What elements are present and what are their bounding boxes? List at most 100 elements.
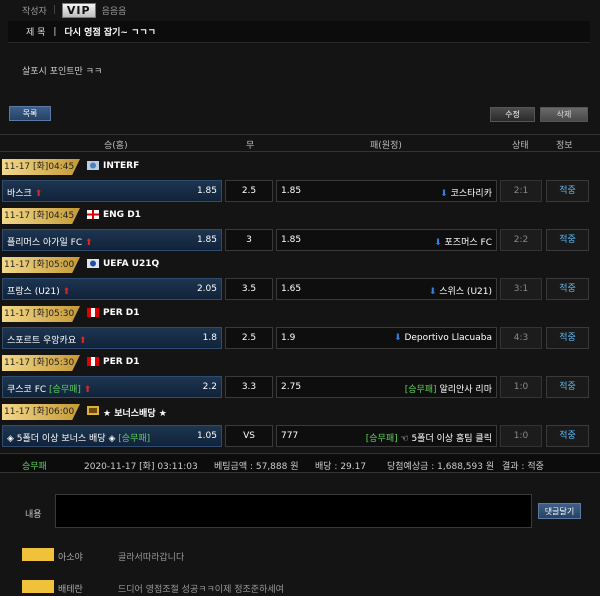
home-bet-button[interactable]: 플리머스 아가일 FC ⬆ 1.85 — [2, 229, 222, 251]
match-date: 11-17 [화]04:45 — [2, 159, 80, 175]
separator: | — [52, 5, 56, 15]
league-name: PER D1 — [103, 357, 140, 367]
bet-result[interactable]: 적중 — [546, 425, 589, 447]
away-odds: 1.85 — [281, 186, 302, 196]
up-arrow-icon: ⬆ — [83, 385, 92, 395]
comment-user[interactable]: 아소야 — [58, 550, 83, 563]
draw-bet-button[interactable]: 3.5 — [225, 278, 273, 300]
comment-text: 드디어 영점조절 성공ㅋㅋ이제 정조준하세여 — [118, 585, 284, 595]
match-score: 1:0 — [500, 376, 542, 398]
away-bet-button[interactable]: 1.85 ⬇ 포즈머스 FC — [276, 229, 497, 251]
home-team: 스포르트 우앙카요 — [7, 336, 77, 346]
match-header: 11-17 [화]06:00 ★ 보너스배당 ★ — [0, 403, 600, 421]
edit-button[interactable]: 수정 — [490, 107, 535, 122]
draw-bet-button[interactable]: 3 — [225, 229, 273, 251]
title-bar: 제 목 | 다시 영점 잡기~ ㄱㄱㄱ — [8, 21, 590, 43]
comment-item: 배테란 드디어 영점조절 성공ㅋㅋ이제 정조준하세여 — [22, 580, 582, 595]
comment-label: 내용 — [25, 510, 42, 520]
summary-bet-amount: 베팅금액 : 57,888 원 — [214, 462, 299, 472]
home-bet-button[interactable]: 프랑스 (U21) ⬆ 2.05 — [2, 278, 222, 300]
list-button[interactable]: 목록 — [9, 106, 51, 121]
home-market-tag: [승무패] — [118, 434, 151, 444]
match-date: 11-17 [화]04:45 — [2, 208, 80, 224]
away-team: 포즈머스 FC — [444, 238, 492, 248]
bet-row: 스포르트 우앙카요 ⬆ 1.8 2.5 1.9 ⬇ Deportivo Llacuaba… — [0, 327, 600, 349]
away-bet-button[interactable]: 1.65 ⬇ 스위스 (U21) — [276, 278, 497, 300]
home-odds: 1.8 — [202, 333, 217, 343]
away-bet-button[interactable]: 2.75 [승무패] 알리안사 리마 — [276, 376, 497, 398]
bet-result[interactable]: 적중 — [546, 278, 589, 300]
separator: | — [53, 26, 57, 37]
bet-row: 프랑스 (U21) ⬆ 2.05 3.5 1.65 ⬇ 스위스 (U21) 3:1 적중 — [0, 278, 600, 300]
match-date: 11-17 [화]06:00 — [2, 404, 80, 420]
author-label: 작성자 — [22, 6, 47, 17]
vip-badge: VIP — [61, 2, 96, 18]
league-name: UEFA U21Q — [103, 259, 160, 269]
league-name: INTERF — [103, 161, 140, 171]
comment-user[interactable]: 배테란 — [58, 582, 83, 595]
away-team: 스위스 (U21) — [439, 287, 492, 297]
home-odds: 1.85 — [196, 186, 217, 196]
home-bet-button[interactable]: ◈ 5폴더 이상 보너스 배당 ◈ [승무패] 1.05 — [2, 425, 222, 447]
draw-bet-button[interactable]: 2.5 — [225, 180, 273, 202]
delete-button[interactable]: 삭제 — [540, 107, 588, 122]
summary-expected: 당첨예상금 : 1,688,593 원 — [387, 462, 495, 472]
comment-submit-button[interactable]: 댓글달기 — [538, 503, 581, 519]
level-badge-icon — [22, 580, 54, 593]
home-odds: 1.85 — [196, 235, 217, 245]
comment-item: 아소야 골라서따라갑니다 — [22, 548, 582, 563]
league-name: PER D1 — [103, 308, 140, 318]
league-flag-icon — [87, 259, 99, 268]
up-arrow-icon: ⬆ — [62, 287, 71, 297]
league-flag-icon — [87, 210, 99, 219]
away-bet-button[interactable]: 1.85 ⬇ 코스타리카 — [276, 180, 497, 202]
league-flag-icon — [87, 161, 99, 170]
author-bar: 작성자 | VIP 음음음 — [0, 0, 600, 20]
summary-result: 결과 : 적중 — [502, 462, 544, 472]
header-status: 상태 — [512, 141, 529, 151]
home-team: 플리머스 아가일 FC — [7, 238, 83, 248]
draw-bet-button[interactable]: 3.3 — [225, 376, 273, 398]
match-header: 11-17 [화]05:00 UEFA U21Q — [0, 256, 600, 274]
match-score: 2:1 — [500, 180, 542, 202]
away-market-tag: [승무패] — [365, 434, 398, 444]
down-arrow-icon: ⬇ — [440, 189, 448, 199]
bet-row: 바스크 ⬆ 1.85 2.5 1.85 ⬇ 코스타리카 2:1 적중 — [0, 180, 600, 202]
league-name: ENG D1 — [103, 210, 141, 220]
league-flag-icon — [87, 357, 99, 366]
match-score: 1:0 — [500, 425, 542, 447]
bet-result[interactable]: 적중 — [546, 376, 589, 398]
home-bet-button[interactable]: 쿠스코 FC [승무패] ⬆ 2.2 — [2, 376, 222, 398]
match-header: 11-17 [화]05:30 PER D1 — [0, 305, 600, 323]
summary-type: 승무패 — [22, 462, 47, 472]
away-bet-button[interactable]: 1.9 ⬇ Deportivo Llacuaba — [276, 327, 497, 349]
author-name[interactable]: 음음음 — [102, 4, 127, 17]
away-odds: 1.85 — [281, 235, 302, 245]
away-market-tag: [승무패] — [404, 385, 437, 395]
home-bet-button[interactable]: 스포르트 우앙카요 ⬆ 1.8 — [2, 327, 222, 349]
down-arrow-icon: ⬇ — [394, 333, 402, 343]
bet-result[interactable]: 적중 — [546, 180, 589, 202]
bet-result[interactable]: 적중 — [546, 229, 589, 251]
away-bet-button[interactable]: 777 [승무패] ☜ 5폴더 이상 홈팀 클릭 — [276, 425, 497, 447]
home-market-tag: [승무패] — [49, 385, 81, 395]
draw-bet-button[interactable]: VS — [225, 425, 273, 447]
home-odds: 1.05 — [196, 431, 217, 441]
match-score: 4:3 — [500, 327, 542, 349]
draw-bet-button[interactable]: 2.5 — [225, 327, 273, 349]
home-bet-button[interactable]: 바스크 ⬆ 1.85 — [2, 180, 222, 202]
bet-result[interactable]: 적중 — [546, 327, 589, 349]
up-arrow-icon: ⬆ — [34, 189, 43, 199]
header-home: 승(홈) — [104, 141, 128, 151]
comment-input[interactable] — [55, 494, 532, 528]
summary-datetime: 2020-11-17 [화] 03:11:03 — [84, 462, 198, 472]
home-odds: 2.05 — [196, 284, 217, 294]
home-odds: 2.2 — [202, 382, 217, 392]
match-header: 11-17 [화]05:30 PER D1 — [0, 354, 600, 372]
title-label: 제 목 — [26, 28, 46, 38]
bet-row: 쿠스코 FC [승무패] ⬆ 2.2 3.3 2.75 [승무패] 알리안사 리마 1:0… — [0, 376, 600, 398]
away-odds: 1.9 — [281, 333, 296, 343]
match-score: 2:2 — [500, 229, 542, 251]
away-odds: 1.65 — [281, 284, 302, 294]
up-arrow-icon: ⬆ — [85, 238, 93, 248]
